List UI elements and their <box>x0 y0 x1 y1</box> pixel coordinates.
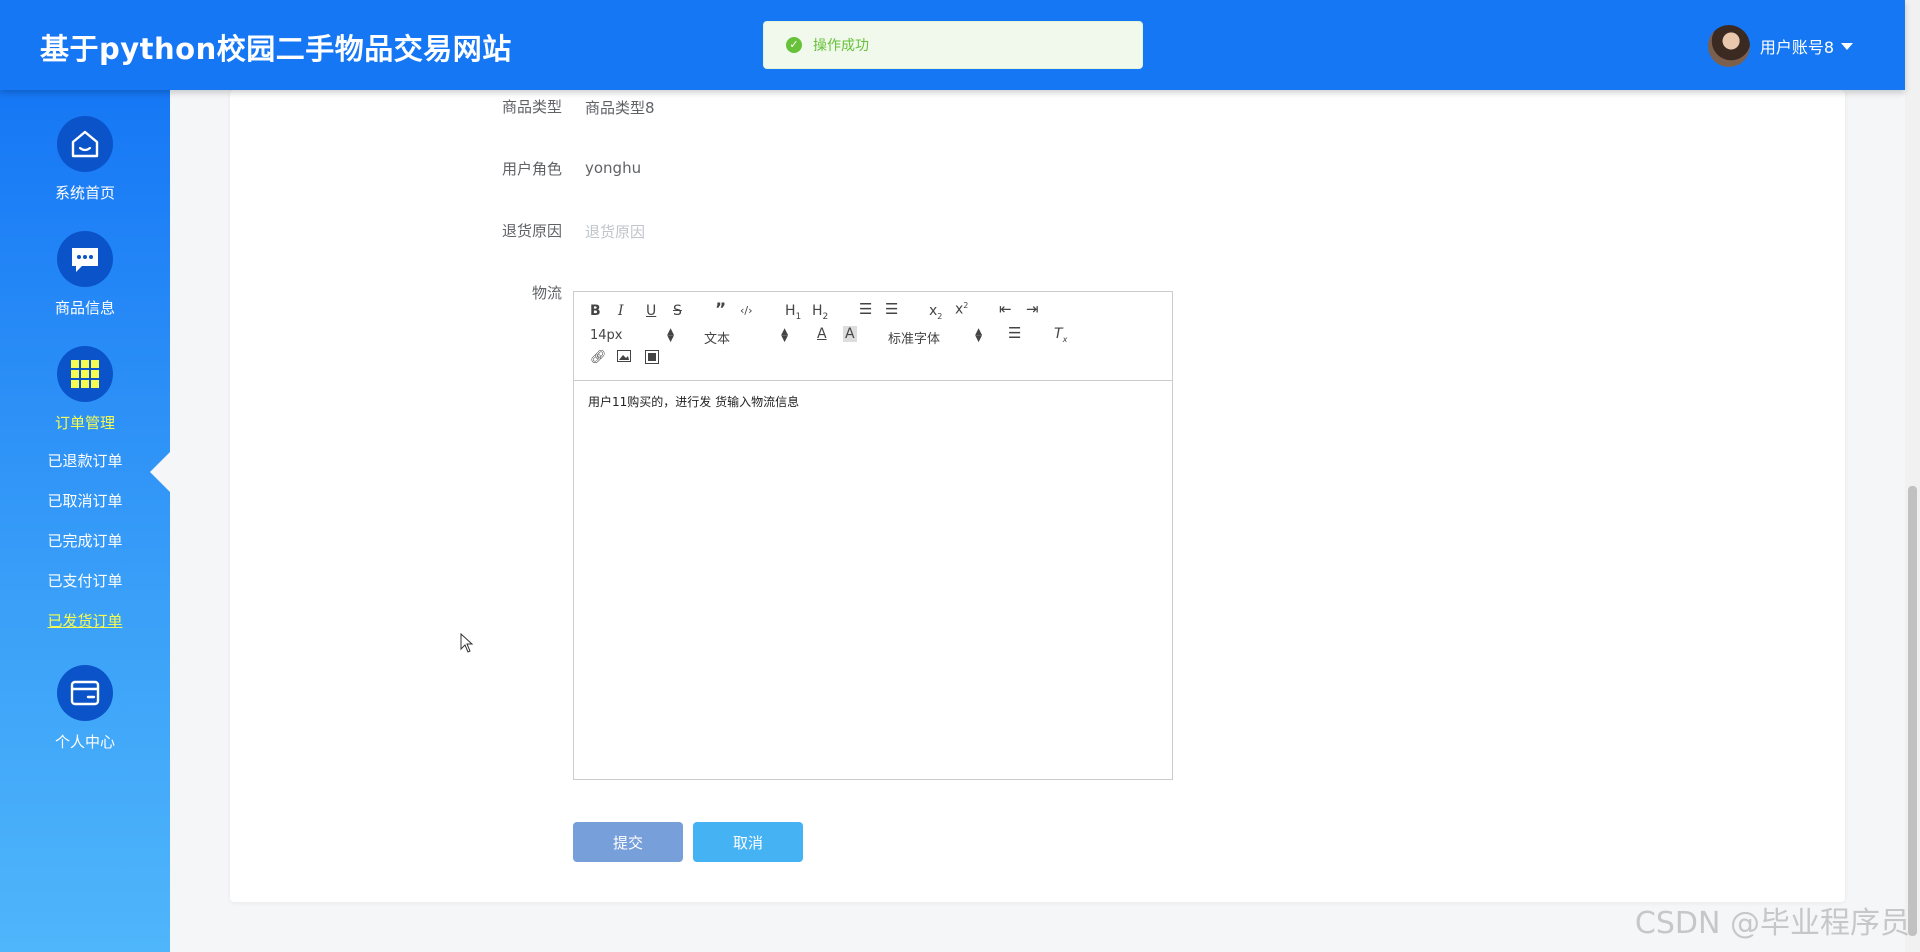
sub-item-cancelled[interactable]: 已取消订单 <box>0 490 170 511</box>
block-type-select[interactable]: 文本 ▲ ▼ <box>704 327 788 348</box>
indent-icon[interactable]: ⇥ <box>1026 300 1039 318</box>
block-type-value: 文本 <box>704 332 731 347</box>
sub-item-refunded[interactable]: 已退款订单 <box>0 450 170 471</box>
product-type-value: 商品类型8 <box>585 99 655 117</box>
sidebar-item-label: 订单管理 <box>54 414 115 432</box>
product-type-label: 商品类型 <box>501 98 562 116</box>
site-title: 基于python校园二手物品交易网站 <box>40 32 512 66</box>
bullet-list-icon[interactable]: ☰ <box>885 300 898 318</box>
sidebar-item-label: 商品信息 <box>54 299 115 317</box>
user-role-label: 用户角色 <box>501 160 562 178</box>
top-header: 基于python校园二手物品交易网站 ✓ 操作成功 用户账号8 <box>0 0 1905 90</box>
heading1-icon[interactable]: H1 <box>785 303 801 322</box>
watermark: CSDN @毕业程序员 <box>1634 906 1910 941</box>
grid-icon <box>57 346 113 402</box>
font-family-select[interactable]: 标准字体 ▲ ▼ <box>888 327 982 348</box>
italic-icon[interactable]: I <box>618 303 624 319</box>
superscript-icon[interactable]: x2 <box>955 301 968 318</box>
outdent-icon[interactable]: ⇤ <box>999 300 1012 318</box>
sub-item-completed[interactable]: 已完成订单 <box>0 530 170 551</box>
return-reason-field[interactable]: 退货原因 <box>585 221 645 242</box>
sidebar-item-orders[interactable]: 订单管理 <box>0 346 170 433</box>
sidebar: 系统首页 商品信息 订单管理 已退款订单 已取消订单 已完成订单 已支付订单 已… <box>0 90 172 952</box>
success-check-icon: ✓ <box>786 37 802 53</box>
scroll-thumb[interactable] <box>1908 486 1917 936</box>
font-color-icon[interactable]: A <box>817 326 827 342</box>
user-name[interactable]: 用户账号8 <box>1760 34 1834 58</box>
background-color-icon[interactable]: A <box>843 326 857 342</box>
sub-item-shipped[interactable]: 已发货订单 <box>0 610 170 631</box>
font-size-select[interactable]: 14px ▲ ▼ <box>590 327 674 344</box>
toast-message: 操作成功 <box>813 38 869 54</box>
select-arrows-icon: ▲ ▼ <box>975 327 982 344</box>
code-block-icon[interactable]: ‹/› <box>740 304 753 317</box>
ordered-list-icon[interactable]: ☰ <box>859 300 872 318</box>
strike-icon[interactable]: S <box>673 303 682 319</box>
logistics-label: 物流 <box>531 284 562 302</box>
wallet-icon <box>57 665 113 721</box>
bold-icon[interactable]: B <box>590 303 601 319</box>
sidebar-item-home[interactable]: 系统首页 <box>0 116 170 203</box>
heading2-icon[interactable]: H2 <box>812 303 828 322</box>
success-toast: ✓ 操作成功 <box>763 21 1143 69</box>
sub-item-paid[interactable]: 已支付订单 <box>0 570 170 591</box>
editor-content[interactable]: 用户11购买的，进行发 货输入物流信息 <box>574 381 1172 422</box>
sidebar-item-label: 个人中心 <box>54 733 115 751</box>
editor-toolbar: B I U S ” ‹/› H1 H2 ☰ ☰ x2 x2 ⇤ ⇥ 14px ▲ ▼… <box>574 292 1172 381</box>
submit-button[interactable]: 提交 <box>573 822 683 862</box>
font-size-value: 14px <box>590 328 623 343</box>
sidebar-item-label: 系统首页 <box>54 184 115 202</box>
caret-down-icon[interactable] <box>1841 42 1853 50</box>
font-family-value: 标准字体 <box>888 332 941 347</box>
user-menu[interactable]: 用户账号8 <box>1707 25 1853 67</box>
chat-icon <box>57 231 113 287</box>
avatar[interactable] <box>1707 25 1750 67</box>
clear-format-icon[interactable]: Tx <box>1054 326 1067 344</box>
underline-icon[interactable]: U <box>646 303 656 319</box>
align-icon[interactable]: ☰ <box>1008 324 1021 342</box>
page-scrollbar[interactable] <box>1905 0 1920 952</box>
link-icon[interactable]: 🔗︎ <box>590 350 607 365</box>
select-arrows-icon: ▲ ▼ <box>781 327 788 344</box>
user-role-value: yonghu <box>585 159 642 177</box>
subscript-icon[interactable]: x2 <box>929 303 942 321</box>
video-icon[interactable] <box>645 350 659 368</box>
sidebar-item-profile[interactable]: 个人中心 <box>0 665 170 752</box>
sidebar-item-products[interactable]: 商品信息 <box>0 231 170 318</box>
rich-text-editor[interactable]: B I U S ” ‹/› H1 H2 ☰ ☰ x2 x2 ⇤ ⇥ 14px ▲ ▼… <box>573 291 1173 780</box>
blockquote-icon[interactable]: ” <box>715 300 726 320</box>
home-icon <box>57 116 113 172</box>
image-icon[interactable] <box>617 350 631 366</box>
cancel-button[interactable]: 取消 <box>693 822 803 862</box>
return-reason-label: 退货原因 <box>501 222 562 240</box>
select-arrows-icon: ▲ ▼ <box>667 327 674 344</box>
